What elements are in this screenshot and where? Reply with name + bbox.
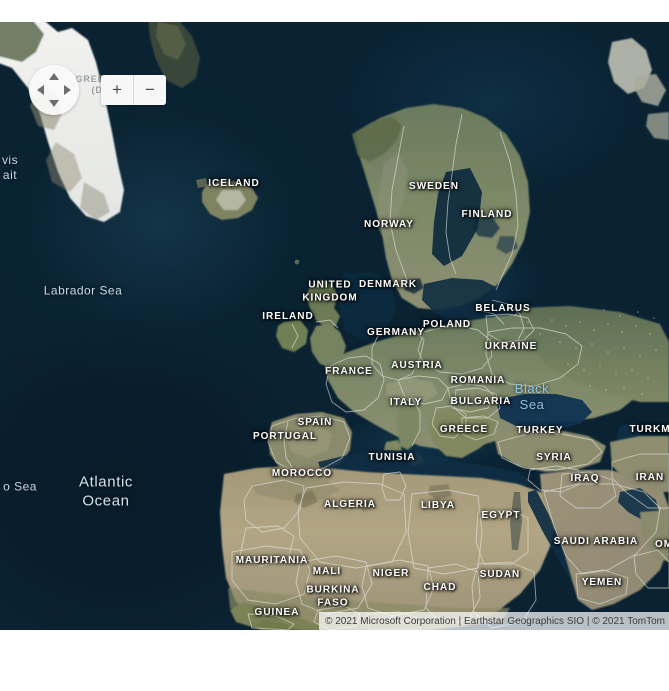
map-page: GREENLAND(DEN.)ICELANDNORWAYSWEDENFINLAN… <box>0 0 669 691</box>
baltic-sea-shading <box>420 222 570 342</box>
pan-down-icon[interactable] <box>49 100 59 107</box>
zoom-out-button[interactable]: − <box>134 75 166 105</box>
ocean-shading-northeast <box>330 22 669 252</box>
pan-up-icon[interactable] <box>49 73 59 80</box>
bottom-whitespace <box>0 630 669 691</box>
ocean-shading-southwest <box>0 322 330 630</box>
pan-right-icon[interactable] <box>64 85 71 95</box>
zoom-control[interactable]: + − <box>101 75 166 105</box>
zoom-in-button[interactable]: + <box>101 75 134 105</box>
pan-control[interactable] <box>29 65 79 115</box>
top-whitespace <box>0 0 669 22</box>
map-attribution: © 2021 Microsoft Corporation | Earthstar… <box>319 612 669 630</box>
mediterranean-sea-shading <box>300 402 550 482</box>
pan-left-icon[interactable] <box>37 85 44 95</box>
map-viewport[interactable]: GREENLAND(DEN.)ICELANDNORWAYSWEDENFINLAN… <box>0 22 669 630</box>
